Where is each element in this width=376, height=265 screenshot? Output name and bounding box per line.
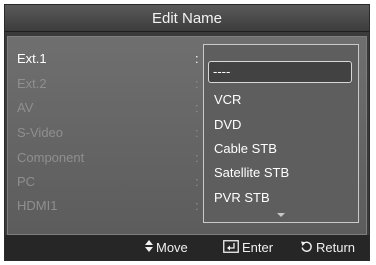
move-label: Move bbox=[156, 240, 188, 255]
input-label: PC bbox=[17, 174, 36, 189]
input-label: Ext.2 bbox=[17, 76, 47, 91]
separator: : bbox=[195, 198, 199, 213]
input-label: Component bbox=[17, 150, 85, 165]
input-list: Ext.1 : Ext.2 : AV : S-Video : Component… bbox=[8, 37, 208, 234]
return-hint: Return bbox=[300, 235, 355, 260]
edit-name-osd: Edit Name Ext.1 : Ext.2 : AV : S-Video :… bbox=[4, 4, 370, 261]
separator: : bbox=[195, 174, 199, 189]
input-label: Ext.1 bbox=[17, 51, 47, 66]
input-label: HDMI1 bbox=[17, 198, 58, 213]
input-label: S-Video bbox=[17, 125, 64, 140]
up-down-arrows-icon bbox=[145, 240, 153, 255]
enter-label: Enter bbox=[242, 240, 274, 255]
move-hint: Move bbox=[145, 235, 188, 260]
enter-icon bbox=[223, 239, 239, 256]
edit-name-panel: Ext.1 : Ext.2 : AV : S-Video : Component… bbox=[7, 36, 367, 235]
separator: : bbox=[195, 76, 199, 91]
input-row-av[interactable]: AV : bbox=[8, 98, 208, 118]
input-row-hdmi1[interactable]: HDMI1 : bbox=[8, 196, 208, 216]
footer-help-bar: Move Enter Return bbox=[5, 235, 369, 260]
dropdown-option-vcr[interactable]: VCR bbox=[214, 90, 241, 110]
dropdown-option-cable-stb[interactable]: Cable STB bbox=[214, 139, 277, 159]
separator: : bbox=[195, 51, 199, 66]
dropdown-option-dvd[interactable]: DVD bbox=[214, 115, 241, 135]
input-row-ext2[interactable]: Ext.2 : bbox=[8, 74, 208, 94]
return-label: Return bbox=[316, 240, 356, 255]
selected-name-field[interactable]: ---- bbox=[208, 61, 352, 83]
return-icon bbox=[300, 240, 313, 256]
dropdown-option-pvr-stb[interactable]: PVR STB bbox=[214, 188, 270, 208]
input-row-ext1[interactable]: Ext.1 : bbox=[8, 49, 208, 69]
separator: : bbox=[195, 125, 199, 140]
chevron-down-icon[interactable] bbox=[277, 213, 285, 217]
dropdown-option-satellite-stb[interactable]: Satellite STB bbox=[214, 163, 289, 183]
input-row-component[interactable]: Component : bbox=[8, 148, 208, 168]
separator: : bbox=[195, 100, 199, 115]
separator: : bbox=[195, 150, 199, 165]
title-bar: Edit Name bbox=[5, 5, 369, 32]
input-label: AV bbox=[17, 100, 34, 115]
device-name-dropdown[interactable]: ---- VCR DVD Cable STB Satellite STB PVR… bbox=[203, 44, 359, 223]
enter-hint: Enter bbox=[223, 235, 273, 260]
input-row-pc[interactable]: PC : bbox=[8, 172, 208, 192]
input-row-s-video[interactable]: S-Video : bbox=[8, 123, 208, 143]
page-title: Edit Name bbox=[151, 9, 223, 27]
